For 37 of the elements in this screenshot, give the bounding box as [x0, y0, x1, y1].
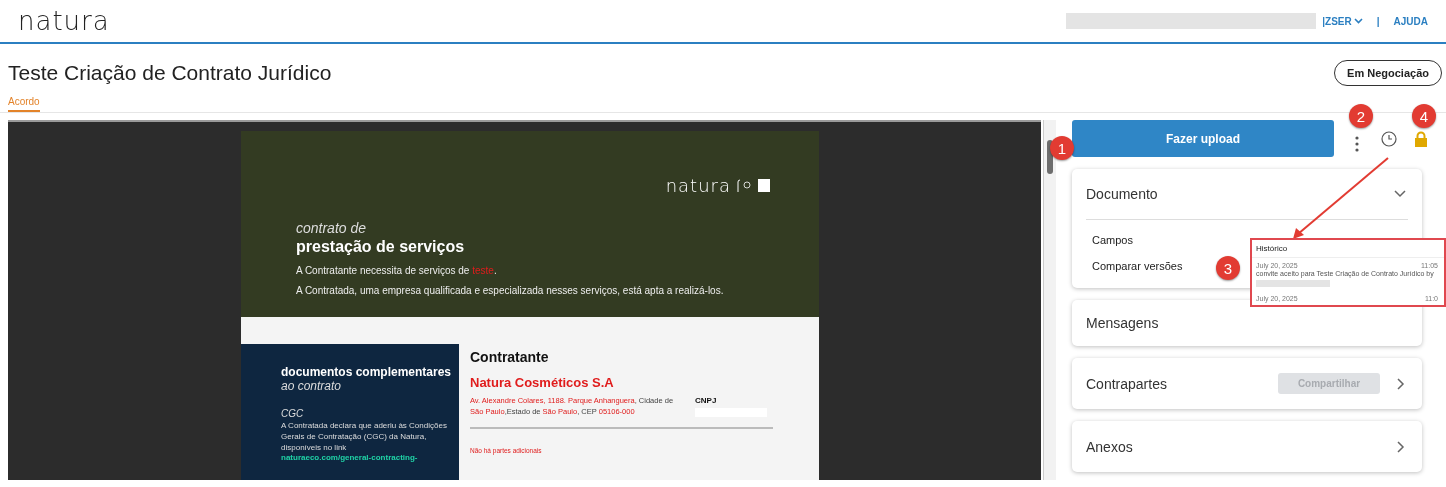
user-menu[interactable]: |ZSER	[1322, 15, 1363, 27]
card-menu-item[interactable]: Comparar versões	[1092, 260, 1183, 272]
cgc-link[interactable]: naturaeco.com/general-contracting-	[281, 453, 418, 463]
callout-number: 1	[1050, 136, 1074, 160]
card-title: Documento	[1086, 186, 1158, 202]
clock-icon[interactable]	[1380, 130, 1398, 147]
help-link[interactable]: AJUDA	[1393, 15, 1428, 27]
attachments-card[interactable]: Anexos	[1072, 421, 1422, 472]
chevron-right-icon	[1394, 440, 1406, 453]
callout-number: 2	[1349, 104, 1373, 128]
status-button[interactable]: Em Negociação	[1334, 60, 1442, 86]
caret-icon	[1353, 18, 1363, 24]
section-label: CGC	[281, 407, 305, 419]
card-title: Anexos	[1086, 438, 1133, 455]
cnpj-label: CNPJ	[695, 396, 718, 405]
separator-text: |	[1376, 15, 1380, 27]
card-title: Mensagens	[1086, 315, 1159, 331]
page-title: Teste Criação de Contrato Jurídico	[8, 61, 332, 85]
contract-heading: prestação de serviços	[296, 238, 466, 256]
scrollbar[interactable]	[1043, 120, 1056, 480]
chevron-right-icon	[1394, 377, 1406, 390]
contract-subtitle: contrato de	[296, 220, 368, 236]
documents-heading: documentos complementares ao contrato	[281, 366, 453, 394]
card-title: Contrapartes	[1086, 375, 1167, 392]
popup-title: Histórico	[1252, 240, 1444, 258]
upload-button[interactable]: Fazer upload	[1072, 120, 1334, 157]
intro-text: A Contratante necessita de serviços de teste.	[296, 265, 498, 276]
intro-text: A Contratada, uma empresa qualificada e especializada nesses serviços, está apta a realizá-los.	[296, 285, 725, 296]
party-heading: Contratante	[470, 349, 550, 365]
natura-logo[interactable]: natura	[18, 6, 110, 36]
document-logo: natura	[665, 175, 731, 196]
cgc-text: A Contratada declara que aderiu às Condições Gerais de Contratação (CGC) da Natura, disponíveis no link	[281, 419, 448, 454]
chevron-icon	[1394, 187, 1406, 199]
party-name: Natura Cosméticos S.A	[470, 375, 615, 390]
card-menu-item[interactable]: Campos	[1092, 234, 1133, 246]
callout-number: 4	[1412, 104, 1436, 128]
brand-mark-icon	[737, 178, 771, 193]
